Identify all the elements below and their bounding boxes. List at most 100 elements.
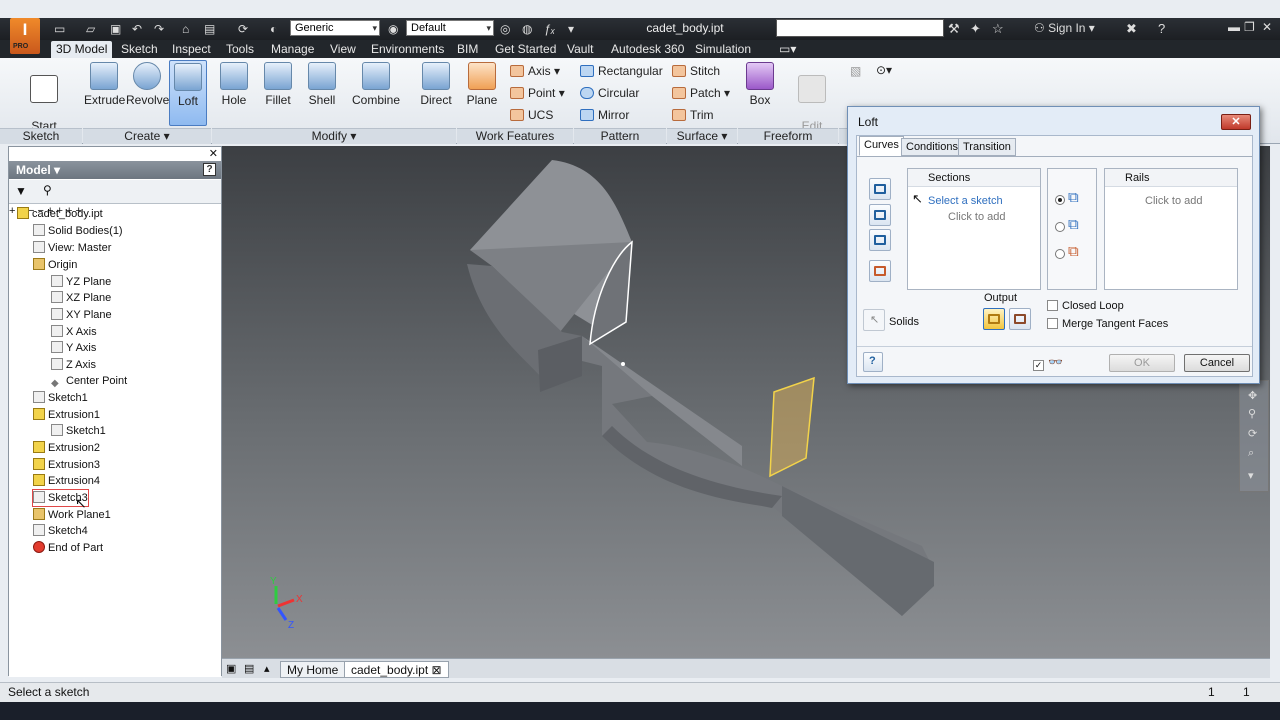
tree-node-y-axis[interactable]: Y Axis	[51, 340, 96, 356]
centerline-radio[interactable]	[1055, 249, 1065, 259]
orbit-icon[interactable]: ⟳	[1248, 427, 1257, 440]
application-menu-button[interactable]: I PRO	[10, 18, 40, 54]
tab-simulation[interactable]: Simulation	[690, 41, 756, 58]
pattern-panel-label[interactable]: Pattern	[574, 128, 666, 144]
favorites-icon[interactable]: ☆	[992, 21, 1004, 37]
adjust-icon[interactable]: ◍	[522, 20, 532, 38]
look-at-icon[interactable]: ⌕	[1248, 447, 1254, 460]
expand-icon[interactable]: +	[9, 205, 15, 217]
axis-button[interactable]: Axis ▾	[510, 63, 560, 79]
filter-icon[interactable]: ▼	[15, 184, 27, 198]
help-search-input[interactable]	[776, 19, 944, 37]
sections-select-button[interactable]	[869, 178, 891, 200]
output-solid-button[interactable]	[983, 308, 1005, 330]
tab-environments[interactable]: Environments	[366, 41, 449, 58]
tab-vault[interactable]: Vault	[562, 41, 598, 58]
solids-select-button[interactable]: ↖	[863, 309, 885, 331]
minimize-icon[interactable]: ▬	[1228, 20, 1240, 34]
loft-close-button[interactable]: ✕	[1221, 114, 1251, 130]
panel-options-icon[interactable]: ⊙▾	[876, 62, 892, 78]
undo-icon[interactable]: ↶	[132, 20, 142, 38]
tab-bim[interactable]: BIM	[452, 41, 483, 58]
appearance-icon[interactable]: ◉	[388, 20, 398, 38]
loft-button[interactable]: Loft	[169, 60, 207, 126]
closed-loop-checkbox[interactable]	[1047, 300, 1058, 311]
plane-button[interactable]: Plane	[464, 62, 500, 107]
fillet-button[interactable]: Fillet	[260, 62, 296, 107]
qat-more-icon[interactable]: ▾	[568, 20, 574, 38]
sections-list[interactable]: Sections Select a sketch Click to add ↖	[907, 168, 1041, 290]
parameters-icon[interactable]: ƒₓ	[544, 20, 555, 38]
tree-node-part[interactable]: cadet_body.ipt	[17, 206, 103, 222]
tab-tools[interactable]: Tools	[221, 41, 259, 58]
preview-option[interactable]: ✓ 👓	[1033, 355, 1063, 371]
tab-inspect[interactable]: Inspect	[167, 41, 216, 58]
tree-node-origin[interactable]: Origin	[33, 257, 77, 273]
circular-pattern-button[interactable]: Circular	[580, 85, 639, 101]
point-button[interactable]: Point ▾	[510, 85, 565, 101]
new-icon[interactable]: ▭	[54, 20, 65, 38]
hole-button[interactable]: Hole	[216, 62, 252, 107]
tab-sketch[interactable]: Sketch	[116, 41, 163, 58]
merge-tangent-checkbox[interactable]	[1047, 318, 1058, 329]
browser-header[interactable]: Model ▾ ?	[9, 161, 221, 179]
stitch-button[interactable]: Stitch	[672, 63, 720, 79]
sections-radio[interactable]	[1055, 195, 1065, 205]
tab-get-started[interactable]: Get Started	[490, 41, 561, 58]
work-plane-sketch4[interactable]	[769, 376, 815, 478]
sections-move-button[interactable]	[869, 204, 891, 226]
open-icon[interactable]: ▱	[86, 20, 95, 38]
tab-close-icon[interactable]: ⊠	[432, 663, 442, 677]
mirror-button[interactable]: Mirror	[580, 107, 629, 123]
tab-view[interactable]: View	[325, 41, 361, 58]
trim-button[interactable]: Trim	[672, 107, 714, 123]
output-surface-button[interactable]	[1009, 308, 1031, 330]
direct-button[interactable]: Direct	[418, 62, 454, 107]
tile-windows-icon[interactable]: ▣	[226, 662, 236, 675]
sections-reorder-button[interactable]	[869, 229, 891, 251]
rails-list[interactable]: Rails Click to add	[1104, 168, 1238, 290]
ok-button[interactable]: OK	[1109, 354, 1175, 372]
project-icon[interactable]: ▤	[204, 20, 215, 38]
merge-tangent-option[interactable]: Merge Tangent Faces	[1047, 318, 1168, 330]
combine-button[interactable]: Combine	[350, 62, 402, 107]
freeform-panel-label[interactable]: Freeform	[738, 128, 838, 144]
sketch-panel-label[interactable]: Sketch	[0, 128, 82, 144]
tree-node-extrusion1[interactable]: Extrusion1	[33, 407, 100, 423]
rails-click-to-add[interactable]: Click to add	[1145, 195, 1202, 207]
tree-node-sketch4[interactable]: Sketch4	[33, 523, 88, 539]
tab-curves[interactable]: Curves	[859, 136, 904, 156]
shell-button[interactable]: Shell	[304, 62, 340, 107]
closed-loop-option[interactable]: Closed Loop	[1047, 300, 1124, 312]
tree-node-yz-plane[interactable]: YZ Plane	[51, 274, 111, 290]
tree-node-work-plane1[interactable]: Work Plane1	[33, 507, 111, 523]
extrude-button[interactable]: Extrude	[84, 62, 125, 107]
tree-node-end-of-part[interactable]: End of Part	[33, 540, 103, 556]
exchange-icon[interactable]: ✖	[1126, 21, 1137, 37]
nav-options-icon[interactable]: ▾	[1248, 469, 1254, 482]
sections-point-button[interactable]	[869, 260, 891, 282]
ribbon-toggle-icon[interactable]: ▭▾	[774, 41, 801, 58]
sign-in-link[interactable]: ⚇ Sign In ▾	[1034, 21, 1095, 35]
select-sketch-item[interactable]: Select a sketch	[928, 195, 1003, 207]
communication-icon[interactable]: ✦	[970, 21, 981, 37]
create-panel-label[interactable]: Create ▾	[83, 128, 211, 144]
tree-node-xy-plane[interactable]: XY Plane	[51, 307, 112, 323]
rectangular-pattern-button[interactable]: Rectangular	[580, 63, 663, 79]
tree-node-extrusion2[interactable]: Extrusion2	[33, 440, 100, 456]
work-features-panel-label[interactable]: Work Features	[457, 128, 573, 144]
sections-click-to-add[interactable]: Click to add	[948, 211, 1005, 223]
ucs-button[interactable]: UCS	[510, 107, 553, 123]
tree-node-solid-bodies[interactable]: Solid Bodies(1)	[33, 223, 123, 239]
tree-node-extrusion4[interactable]: Extrusion4	[33, 473, 100, 489]
tree-node-center-point[interactable]: ◆ Center Point	[51, 373, 127, 389]
browser-help-icon[interactable]: ?	[203, 163, 216, 176]
tree-node-view[interactable]: View: Master	[33, 240, 111, 256]
tab-autodesk-360[interactable]: Autodesk 360	[606, 41, 689, 58]
box-button[interactable]: Box	[742, 62, 778, 107]
tab-conditions[interactable]: Conditions	[901, 138, 963, 156]
browser-close-icon[interactable]: ✕	[209, 147, 218, 160]
tools-icon[interactable]: ⚒	[948, 21, 960, 37]
tree-node-z-axis[interactable]: Z Axis	[51, 357, 96, 373]
pan-icon[interactable]: ✥	[1248, 389, 1257, 402]
